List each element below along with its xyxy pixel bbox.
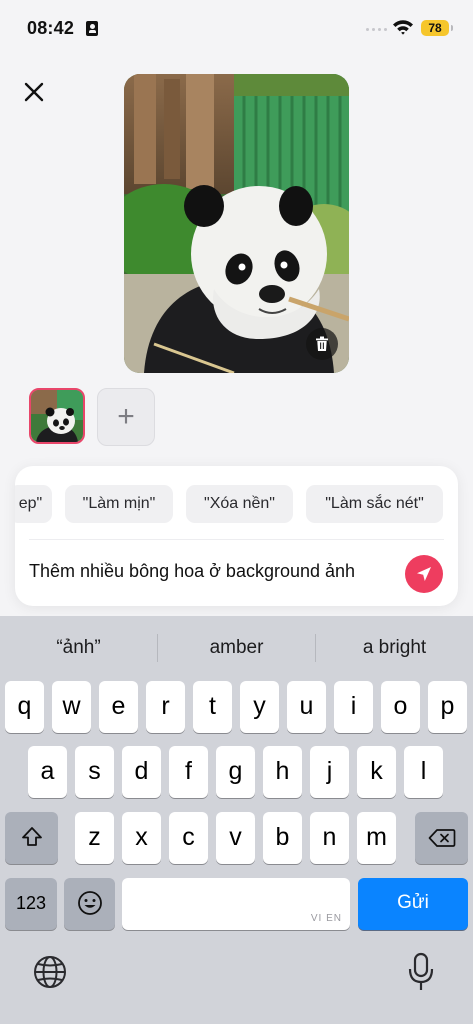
suggestion-chips: ep" "Làm mịn" "Xóa nền" "Làm sắc nét": [15, 485, 458, 525]
language-indicator: VI EN: [310, 913, 342, 924]
status-time: 08:42: [27, 18, 75, 38]
key-f[interactable]: f: [169, 746, 208, 798]
suggestion-chip[interactable]: ep": [15, 485, 52, 523]
divider: [29, 539, 444, 540]
delete-photo-button[interactable]: [306, 328, 338, 360]
key-g[interactable]: g: [216, 746, 255, 798]
key-k[interactable]: k: [357, 746, 396, 798]
prediction-1[interactable]: “ảnh”: [0, 628, 157, 668]
prediction-3[interactable]: a bright: [316, 628, 473, 668]
send-prompt-button[interactable]: [405, 555, 443, 593]
backspace-key[interactable]: [415, 812, 468, 864]
emoji-icon: [77, 891, 102, 915]
battery-indicator: 78: [421, 20, 453, 36]
suggestion-chip[interactable]: "Làm sắc nét": [306, 485, 443, 523]
plus-icon: +: [117, 400, 135, 433]
key-i[interactable]: i: [334, 681, 373, 733]
key-z[interactable]: z: [75, 812, 114, 864]
close-icon: [24, 82, 44, 102]
key-j[interactable]: j: [310, 746, 349, 798]
key-c[interactable]: c: [169, 812, 208, 864]
emoji-key[interactable]: [64, 878, 115, 930]
key-u[interactable]: u: [287, 681, 326, 733]
key-l[interactable]: l: [404, 746, 443, 798]
keyboard-send-key[interactable]: Gửi: [358, 878, 468, 930]
microphone-icon[interactable]: [406, 952, 436, 992]
key-h[interactable]: h: [263, 746, 302, 798]
key-w[interactable]: w: [52, 681, 91, 733]
status-bar: 08:42 78: [0, 0, 473, 56]
prediction-2[interactable]: amber: [158, 628, 315, 668]
space-key[interactable]: VI EN: [122, 878, 350, 930]
panda-thumbnail-image: [31, 390, 83, 442]
keyboard: “ảnh” amber a bright q w e r t y u i o p…: [0, 616, 473, 1024]
close-button[interactable]: [20, 78, 48, 106]
numbers-key[interactable]: 123: [5, 878, 57, 930]
suggestion-chip[interactable]: "Xóa nền": [186, 485, 293, 523]
add-photo-button[interactable]: +: [97, 388, 155, 446]
key-q[interactable]: q: [5, 681, 44, 733]
key-x[interactable]: x: [122, 812, 161, 864]
key-t[interactable]: t: [193, 681, 232, 733]
suggestion-chip[interactable]: "Làm mịn": [65, 485, 173, 523]
key-n[interactable]: n: [310, 812, 349, 864]
trash-icon: [316, 336, 328, 351]
photo-thumbnail[interactable]: [29, 388, 85, 444]
person-id-icon: [86, 21, 98, 36]
shift-icon: [21, 827, 42, 846]
key-b[interactable]: b: [263, 812, 302, 864]
key-y[interactable]: y: [240, 681, 279, 733]
prompt-input[interactable]: Thêm nhiều bông hoa ở background ảnh: [29, 561, 355, 582]
globe-icon[interactable]: [32, 954, 68, 990]
key-r[interactable]: r: [146, 681, 185, 733]
prompt-composer: ep" "Làm mịn" "Xóa nền" "Làm sắc nét" Th…: [15, 466, 458, 606]
key-e[interactable]: e: [99, 681, 138, 733]
key-p[interactable]: p: [428, 681, 467, 733]
key-m[interactable]: m: [357, 812, 396, 864]
key-d[interactable]: d: [122, 746, 161, 798]
wifi-icon: [393, 20, 413, 35]
backspace-icon: [428, 829, 455, 847]
shift-key[interactable]: [5, 812, 58, 864]
cellular-signal-icon: [365, 27, 387, 33]
key-v[interactable]: v: [216, 812, 255, 864]
key-s[interactable]: s: [75, 746, 114, 798]
send-arrow-icon: [417, 567, 431, 581]
key-a[interactable]: a: [28, 746, 67, 798]
key-o[interactable]: o: [381, 681, 420, 733]
